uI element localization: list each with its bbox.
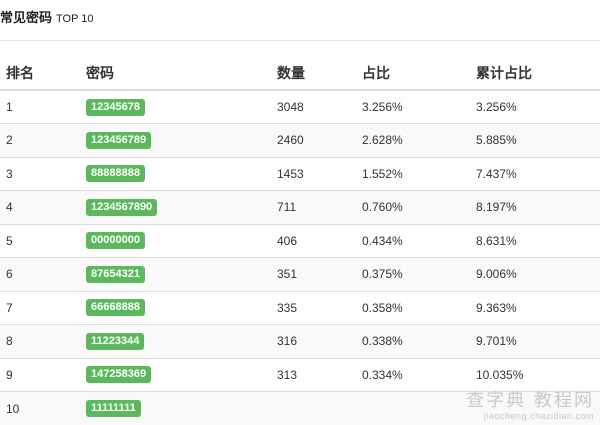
rank-cell: 6 — [0, 257, 80, 291]
password-cell: 87654321 — [80, 257, 271, 291]
count-cell: 316 — [271, 324, 356, 358]
panel-header: 常见密码 TOP 10 — [0, 0, 600, 41]
password-label: 87654321 — [86, 265, 145, 283]
password-cell: 1234567890 — [80, 190, 271, 224]
count-cell: 313 — [271, 357, 356, 392]
count-cell: 3048 — [271, 89, 356, 124]
cumulative-cell: 8.631% — [470, 223, 600, 258]
percent-cell: 0.434% — [356, 223, 470, 258]
password-label: 147258369 — [86, 366, 152, 384]
percent-cell: 0.358% — [356, 290, 470, 325]
password-label: 11111111 — [86, 400, 141, 417]
table-row: 9 147258369 313 0.334% 10.035% — [0, 357, 600, 392]
page-title: 常见密码 — [0, 10, 53, 25]
table-row: 6 87654321 351 0.375% 9.006% — [0, 257, 600, 291]
rank-cell: 7 — [0, 290, 80, 325]
percent-cell — [356, 391, 470, 425]
password-cell: 00000000 — [80, 223, 271, 258]
password-label: 00000000 — [86, 232, 145, 250]
rank-cell: 9 — [0, 357, 80, 392]
table-row: 10 11111111 — [0, 391, 600, 425]
count-cell: 406 — [271, 223, 356, 258]
cumulative-cell: 9.006% — [470, 257, 600, 291]
password-label: 123456789 — [86, 131, 152, 149]
count-cell: 711 — [271, 190, 356, 224]
password-label: 88888888 — [86, 165, 145, 183]
percent-cell: 1.552% — [356, 156, 470, 191]
rank-cell: 8 — [0, 324, 80, 358]
rank-cell: 2 — [0, 123, 80, 157]
cumulative-cell: 9.701% — [470, 324, 600, 358]
rank-cell: 10 — [0, 391, 80, 425]
count-cell: 1453 — [271, 156, 356, 191]
percent-cell: 0.375% — [356, 257, 470, 291]
table-header-row: 排名 密码 数量 占比 累计占比 — [0, 56, 600, 91]
password-cell: 147258369 — [80, 357, 271, 392]
cumulative-cell: 3.256% — [470, 89, 600, 124]
password-cell: 12345678 — [80, 89, 271, 124]
password-label: 12345678 — [86, 98, 145, 116]
password-cell: 11223344 — [80, 324, 271, 358]
table-row: 8 11223344 316 0.338% 9.701% — [0, 324, 600, 358]
password-label: 11223344 — [86, 332, 145, 350]
table-row: 1 12345678 3048 3.256% 3.256% — [0, 89, 600, 124]
cumulative-cell: 9.363% — [470, 290, 600, 325]
cumulative-cell: 8.197% — [470, 190, 600, 224]
column-header-percent: 占比 — [356, 56, 470, 91]
cumulative-cell: 10.035% — [470, 357, 600, 392]
percent-cell: 0.338% — [356, 324, 470, 358]
count-cell: 2460 — [271, 123, 356, 157]
rank-cell: 4 — [0, 190, 80, 224]
count-cell: 335 — [271, 290, 356, 325]
column-header-cumulative: 累计占比 — [470, 56, 600, 91]
cumulative-cell: 5.885% — [470, 123, 600, 157]
page-subtitle: TOP 10 — [56, 13, 94, 25]
rank-cell: 3 — [0, 156, 80, 191]
rank-cell: 5 — [0, 223, 80, 258]
password-cell: 88888888 — [80, 156, 271, 191]
cumulative-cell — [470, 391, 600, 425]
percent-cell: 3.256% — [356, 89, 470, 124]
column-header-rank: 排名 — [0, 56, 80, 91]
table-row: 4 1234567890 711 0.760% 8.197% — [0, 190, 600, 224]
password-cell: 123456789 — [80, 123, 271, 157]
table-row: 5 00000000 406 0.434% 8.631% — [0, 223, 600, 258]
count-cell — [271, 391, 356, 425]
panel-title: 常见密码 TOP 10 — [0, 9, 94, 27]
count-cell: 351 — [271, 257, 356, 291]
percent-cell: 0.334% — [356, 357, 470, 392]
table-row: 3 88888888 1453 1.552% 7.437% — [0, 156, 600, 191]
percent-cell: 2.628% — [356, 123, 470, 157]
table-row: 2 123456789 2460 2.628% 5.885% — [0, 123, 600, 157]
password-label: 66668888 — [86, 299, 145, 317]
column-header-password: 密码 — [80, 56, 271, 91]
column-header-count: 数量 — [271, 56, 356, 91]
password-cell: 11111111 — [80, 391, 271, 425]
cumulative-cell: 7.437% — [470, 156, 600, 191]
percent-cell: 0.760% — [356, 190, 470, 224]
rank-cell: 1 — [0, 89, 80, 124]
password-table: 排名 密码 数量 占比 累计占比 1 12345678 3048 3.256% … — [0, 56, 600, 425]
table-row: 7 66668888 335 0.358% 9.363% — [0, 290, 600, 325]
password-label: 1234567890 — [86, 198, 158, 216]
password-cell: 66668888 — [80, 290, 271, 325]
